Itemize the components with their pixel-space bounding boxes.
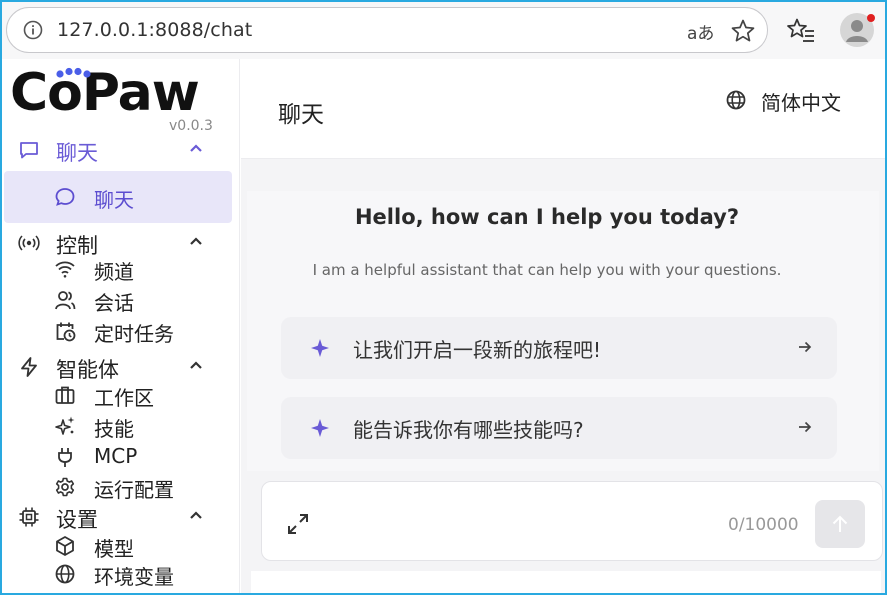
lightning-icon (21, 357, 37, 377)
sidebar-item-skills[interactable]: 技能 (2, 412, 240, 441)
chat-welcome-area: Hello, how can I help you today? I am a … (247, 191, 879, 471)
nav-group-chat[interactable]: 聊天 (2, 136, 240, 165)
sparkles-icon (55, 416, 75, 435)
nav-group-agent[interactable]: 智能体 (2, 353, 240, 382)
gear-icon (55, 477, 75, 497)
arrow-right-icon (799, 341, 812, 353)
page-title: 聊天 (278, 102, 324, 128)
sidebar-item-sessions[interactable]: 会话 (2, 286, 240, 315)
address-bar[interactable]: 127.0.0.1:8088/chat aあ (6, 7, 768, 53)
arrow-right-icon (799, 421, 812, 433)
send-button[interactable] (815, 500, 865, 548)
sidebar-item-label: 会话 (94, 291, 134, 315)
sparkle-icon (311, 419, 329, 437)
sidebar-item-workspace[interactable]: 工作区 (2, 381, 240, 410)
sparkle-icon (311, 339, 329, 357)
favorites-icon[interactable] (787, 17, 815, 43)
wifi-icon (55, 261, 75, 278)
version-label: v0.0.3 (169, 118, 213, 134)
paw-dots-icon (56, 67, 91, 78)
sidebar-item-mcp[interactable]: MCP (2, 443, 240, 471)
welcome-subtitle: I am a helpful assistant that can help y… (312, 261, 782, 279)
prompt-text: 让我们开启一段新的旅程吧! (353, 338, 602, 362)
page-header: 聊天 简体中文 (241, 59, 885, 159)
sidebar-item-chat[interactable]: 聊天 (4, 171, 232, 223)
chevron-up-icon[interactable] (188, 235, 204, 247)
translate-icon[interactable]: aあ (687, 19, 714, 44)
character-counter: 0/10000 (728, 515, 799, 535)
language-label: 简体中文 (761, 91, 841, 115)
sidebar-item-label: 频道 (94, 260, 134, 284)
calendar-clock-icon (56, 322, 76, 342)
info-icon[interactable] (23, 20, 43, 40)
nav-group-settings[interactable]: 设置 (2, 503, 240, 532)
chevron-up-icon[interactable] (188, 359, 204, 371)
sidebar-item-models[interactable]: 模型 (2, 532, 240, 561)
users-icon (55, 291, 76, 310)
chevron-up-icon[interactable] (188, 142, 204, 154)
arrow-up-icon (832, 515, 848, 532)
sidebar-item-label: 工作区 (94, 386, 154, 410)
sidebar-item-label: 技能 (94, 417, 134, 441)
message-composer[interactable]: 0/10000 (261, 481, 883, 561)
cube-icon (56, 536, 74, 556)
footer-strip (251, 571, 881, 593)
briefcase-icon (55, 386, 75, 404)
chevron-up-icon[interactable] (188, 509, 204, 521)
logo: CoPaw (10, 63, 200, 123)
notification-dot (867, 14, 875, 22)
suggested-prompt[interactable]: 能告诉我你有哪些技能吗? (281, 397, 837, 459)
sidebar-item-label: MCP (94, 444, 138, 468)
nav-group-label: 设置 (56, 508, 98, 532)
chat-bubble-icon (55, 188, 75, 206)
expand-icon[interactable] (286, 512, 310, 536)
globe-icon (726, 90, 746, 110)
sidebar-item-label: 环境变量 (94, 565, 174, 589)
globe-icon (55, 564, 75, 584)
broadcast-icon (18, 235, 40, 251)
sidebar-item-label: 聊天 (94, 188, 134, 212)
welcome-title: Hello, how can I help you today? (354, 205, 740, 229)
message-square-icon (20, 142, 38, 159)
cpu-icon (19, 507, 39, 527)
nav-group-label: 智能体 (56, 358, 119, 382)
suggested-prompt[interactable]: 让我们开启一段新的旅程吧! (281, 317, 837, 379)
plug-icon (58, 448, 72, 467)
sidebar: CoPaw v0.0.3 聊天 聊天 控制 频道 会话 定时任务 智能体 工作区… (2, 59, 240, 593)
sidebar-item-channels[interactable]: 频道 (2, 255, 240, 284)
star-icon[interactable] (730, 18, 756, 44)
sidebar-item-scheduled-tasks[interactable]: 定时任务 (2, 317, 240, 346)
sidebar-item-env-vars[interactable]: 环境变量 (2, 560, 240, 589)
nav-group-label: 聊天 (56, 141, 98, 165)
sidebar-item-label: 模型 (94, 537, 134, 561)
main-content: 聊天 简体中文 Hello, how can I help you today?… (241, 59, 885, 593)
sidebar-item-runtime-config[interactable]: 运行配置 (2, 473, 240, 502)
sidebar-item-label: 运行配置 (94, 478, 174, 502)
prompt-text: 能告诉我你有哪些技能吗? (353, 418, 584, 442)
browser-toolbar: 127.0.0.1:8088/chat aあ (2, 2, 885, 59)
nav-group-control[interactable]: 控制 (2, 229, 240, 258)
sidebar-item-label: 定时任务 (94, 322, 174, 346)
url-text[interactable]: 127.0.0.1:8088/chat (57, 19, 252, 41)
